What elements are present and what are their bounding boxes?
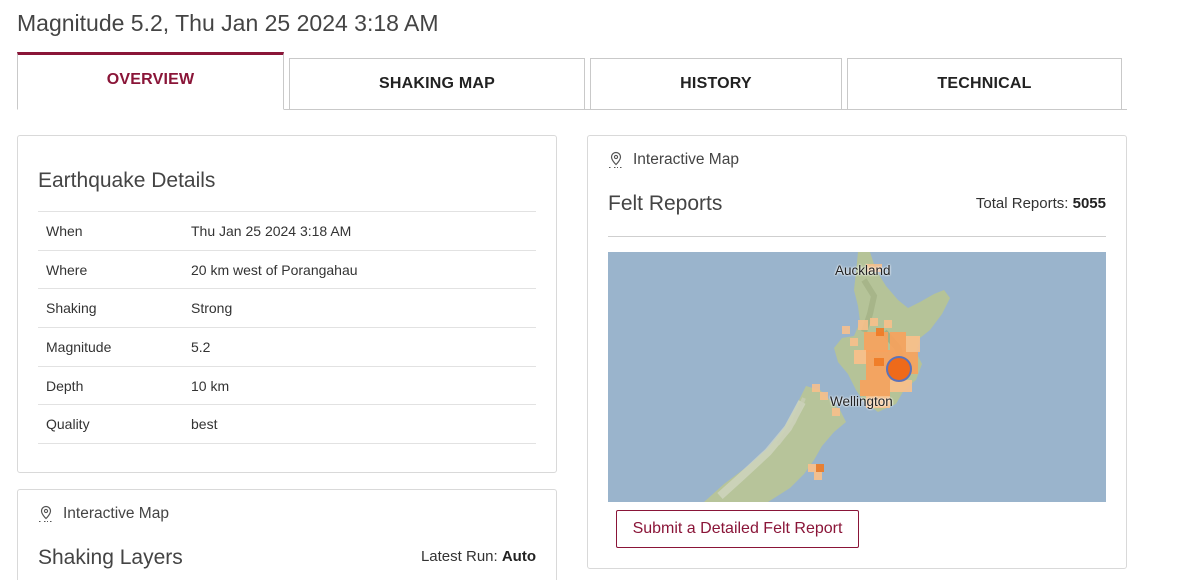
row-label: Magnitude [38,327,191,367]
felt-reports-card: Interactive Map Felt Reports Total Repor… [587,135,1127,569]
page-title: Magnitude 5.2, Thu Jan 25 2024 3:18 AM [17,10,439,36]
tab-history[interactable]: HISTORY [590,58,842,110]
latest-run-value: Auto [501,548,536,565]
card-title: Shaking Layers [38,546,183,569]
card-title: Earthquake Details [38,169,216,192]
interactive-map-link[interactable]: Interactive Map [38,505,169,523]
row-label: When [38,211,191,251]
details-table: When Thu Jan 25 2024 3:18 AM Where 20 km… [38,211,536,445]
table-row: Depth 10 km [38,365,536,405]
felt-divider [608,236,1106,237]
submit-felt-report-button[interactable]: Submit a Detailed Felt Report [616,510,859,548]
felt-reports-map[interactable]: Auckland Wellington [608,252,1106,502]
tab-bar: OVERVIEW SHAKING MAP HISTORY TECHNICAL [17,52,1127,110]
felt-cells [608,252,1106,502]
map-label-auckland: Auckland [835,263,891,278]
total-reports-value: 5055 [1072,195,1106,212]
table-row: Magnitude 5.2 [38,327,536,367]
total-reports-label: Total Reports: [975,195,1069,212]
row-value: 20 km west of Porangahau [191,249,536,289]
earthquake-details-card: Earthquake Details When Thu Jan 25 2024 … [17,135,557,473]
interactive-map-link[interactable]: Interactive Map [608,151,739,169]
row-value: 5.2 [191,327,536,367]
row-value: Strong [191,288,536,328]
table-row: Shaking Strong [38,288,536,328]
row-value: best [191,404,536,445]
card-title: Felt Reports [608,192,723,215]
map-pin-icon [39,505,53,522]
table-row: Where 20 km west of Porangahau [38,249,536,289]
table-row: Quality best [38,404,536,445]
row-value: Thu Jan 25 2024 3:18 AM [191,211,536,251]
interactive-map-label: Interactive Map [633,151,739,168]
latest-run-label: Latest Run: [420,548,498,565]
map-pin-icon [609,151,623,168]
tab-shaking-map[interactable]: SHAKING MAP [289,58,585,110]
map-label-wellington: Wellington [830,394,893,409]
latest-run: Latest Run: Auto [421,548,536,565]
row-label: Shaking [38,288,191,328]
tab-overview[interactable]: OVERVIEW [17,52,284,110]
shaking-layers-card: Interactive Map Shaking Layers Latest Ru… [17,489,557,580]
table-row: When Thu Jan 25 2024 3:18 AM [38,211,536,251]
tab-technical[interactable]: TECHNICAL [847,58,1122,110]
interactive-map-label: Interactive Map [63,505,169,522]
row-label: Quality [38,404,191,445]
row-label: Where [38,249,191,289]
row-label: Depth [38,365,191,405]
total-reports: Total Reports: 5055 [976,195,1106,212]
epicenter-marker[interactable] [886,356,912,382]
row-value: 10 km [191,365,536,405]
